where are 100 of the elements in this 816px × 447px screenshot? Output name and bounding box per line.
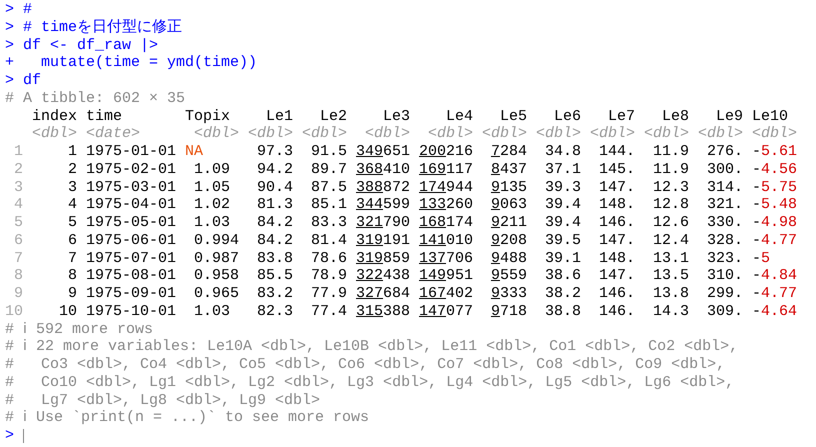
table-cell-text: 147.	[598, 267, 635, 285]
table-cell: 319859	[356, 250, 410, 268]
table-cell-text: 12.8	[652, 196, 689, 214]
table-cell-text: 4	[66, 196, 77, 214]
column-type: <dbl>	[482, 125, 527, 143]
table-cell: 167402	[419, 285, 473, 303]
tibble-footer-note: # Co3 <dbl>, Co4 <dbl>, Co5 <dbl>, Co6 <dbl>, Co7 <dbl>, Co8 <dbl>, Co9 <dbl>,	[5, 356, 726, 374]
table-cell-text: 85.5	[256, 267, 293, 285]
table-cell-text: 147.	[598, 232, 635, 250]
table-cell-text: 84.2	[256, 232, 293, 250]
code-line: df	[23, 72, 42, 90]
table-cell-text: 39.5	[544, 232, 581, 250]
row-number: 4	[12, 196, 23, 214]
table-cell: 133260	[419, 196, 473, 214]
column-header: Le2	[318, 108, 347, 126]
table-cell: 315388	[356, 302, 410, 320]
column-type: <date>	[86, 125, 142, 143]
table-cell-text: 1	[66, 143, 77, 161]
table-cell-text: 0.958	[193, 267, 239, 285]
table-cell-text: 77.9	[310, 285, 347, 303]
column-type: <dbl>	[248, 125, 293, 143]
table-cell-text: 14.3	[652, 302, 689, 320]
table-cell-text: 1.09	[193, 160, 232, 178]
table-cell-text: 13.8	[652, 285, 689, 303]
prompt-symbol: +	[5, 54, 14, 72]
text-cursor[interactable]	[23, 428, 24, 443]
table-cell-text: 0.987	[193, 250, 239, 268]
table-cell-text: 9211	[490, 214, 527, 232]
table-cell-text: 13.5	[652, 267, 689, 285]
table-cell-text: 9488	[490, 250, 527, 268]
table-cell-text: 309.	[706, 302, 743, 320]
column-header: Le6	[552, 108, 581, 126]
column-type: <dbl>	[32, 125, 77, 143]
tibble-footer-note: # Lg7 <dbl>, Lg8 <dbl>, Lg9 <dbl>	[5, 392, 320, 410]
table-cell-text: 146.	[598, 302, 635, 320]
table-cell-text: 39.4	[544, 214, 581, 232]
table-cell: -4.56	[752, 160, 797, 178]
table-cell-text: 8	[66, 267, 77, 285]
table-cell: 137706	[419, 250, 473, 268]
row-number: 5	[12, 214, 23, 232]
table-cell-text: 81.3	[256, 196, 293, 214]
table-cell-text: 37.1	[544, 160, 581, 178]
table-cell: -5.48	[752, 196, 797, 214]
column-type: <dbl>	[192, 125, 239, 143]
table-cell-text: NA	[185, 143, 204, 161]
row-number: 9	[12, 285, 23, 303]
column-header: index	[32, 108, 77, 126]
table-cell: 349651	[356, 143, 410, 161]
column-type: <dbl>	[426, 125, 473, 143]
table-cell-text: 82.3	[256, 302, 293, 320]
table-cell-text: 38.2	[544, 285, 581, 303]
table-cell-text: 78.6	[310, 250, 347, 268]
table-cell: 388872	[356, 178, 410, 196]
row-number: 6	[12, 232, 23, 250]
table-cell-text: 77.4	[310, 302, 347, 320]
table-cell: -5.75	[752, 178, 797, 196]
table-cell-text: 39.4	[544, 196, 581, 214]
table-cell-text: 321.	[706, 196, 743, 214]
column-type: <dbl>	[364, 125, 410, 143]
table-cell-text: 299.	[706, 285, 743, 303]
table-cell-text: 9208	[490, 232, 527, 250]
table-cell: 1975-01-01	[86, 143, 176, 161]
table-cell-text: 314.	[706, 178, 743, 196]
table-cell-text: 8437	[490, 160, 527, 178]
table-cell-text: 81.4	[310, 232, 347, 250]
table-cell-text: 94.2	[256, 160, 293, 178]
table-cell-text: 1.03	[193, 214, 232, 232]
table-cell: -4.64	[752, 302, 797, 320]
table-cell-text: 89.7	[310, 160, 347, 178]
prompt-symbol: >	[5, 72, 14, 90]
column-header: Le3	[382, 108, 410, 126]
table-cell-text: 7284	[490, 143, 527, 161]
table-cell-text: 11.9	[652, 143, 689, 161]
table-cell-text: 9333	[490, 285, 527, 303]
table-cell: -5.61	[752, 143, 797, 161]
table-cell: -4.98	[752, 214, 797, 232]
table-cell-text: 85.1	[310, 196, 347, 214]
table-cell-text: 83.3	[310, 214, 347, 232]
column-header: Topix	[185, 108, 232, 126]
table-cell-text: 148.	[598, 196, 635, 214]
table-cell: 344599	[356, 196, 410, 214]
table-cell-text: 148.	[598, 250, 635, 268]
row-number: 1	[12, 143, 23, 161]
column-header: Le10	[752, 108, 790, 126]
column-header: Le5	[498, 108, 527, 126]
code-line: mutate(time = ymd(time))	[40, 54, 258, 72]
table-cell-text: 12.3	[652, 178, 689, 196]
row-number: 2	[12, 160, 23, 178]
table-cell-text: 11.9	[652, 160, 689, 178]
table-cell-text: 6	[66, 232, 77, 250]
table-cell: 1975-05-01	[86, 214, 176, 232]
table-cell-text: 9559	[490, 267, 527, 285]
table-cell: 319191	[356, 232, 410, 250]
table-cell: -4.84	[752, 267, 797, 285]
table-cell: 327684	[356, 285, 410, 303]
tibble-footer-note: # Co10 <dbl>, Lg1 <dbl>, Lg2 <dbl>, Lg3 <dbl>, Lg4 <dbl>, Lg5 <dbl>, Lg6 <dbl>,	[5, 374, 734, 392]
table-cell-text: 9135	[490, 178, 527, 196]
tibble-footer-note: # ℹ 22 more variables: Le10A <dbl>, Le10B <dbl>, Le11 <dbl>, Co1 <dbl>, Co2 <dbl>,	[5, 338, 738, 356]
table-cell: 169117	[419, 160, 473, 178]
code-line: # timeを日付型に修正	[23, 18, 182, 36]
